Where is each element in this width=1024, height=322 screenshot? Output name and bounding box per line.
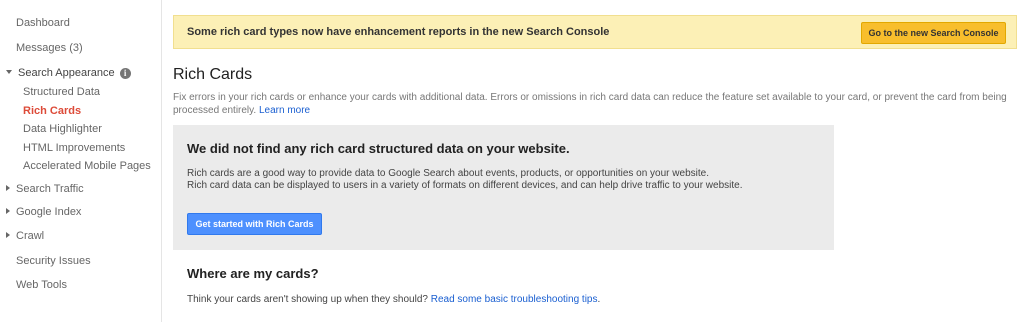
caret-right-icon — [6, 232, 10, 238]
sidebar-item-crawl[interactable]: Crawl — [6, 230, 44, 242]
page-title: Rich Cards — [173, 66, 253, 83]
new-console-banner: Some rich card types now have enhancemen… — [173, 15, 1017, 49]
sidebar-item-web-tools[interactable]: Web Tools — [16, 279, 67, 291]
panel-text: Rich cards are a good way to provide dat… — [187, 168, 747, 192]
where-cards-question: Think your cards aren't showing up when … — [187, 294, 428, 305]
period: . — [597, 294, 601, 305]
sidebar: Dashboard Messages (3) Search Appearance… — [0, 0, 162, 322]
caret-down-icon — [6, 70, 12, 74]
sidebar-item-label: Crawl — [16, 230, 45, 242]
sidebar-item-html-improvements[interactable]: HTML Improvements — [23, 142, 125, 154]
sidebar-item-data-highlighter[interactable]: Data Highlighter — [23, 123, 102, 135]
panel-title: We did not find any rich card structured… — [187, 141, 570, 156]
troubleshooting-link[interactable]: Read some basic troubleshooting tips — [431, 294, 598, 305]
sidebar-item-security-issues[interactable]: Security Issues — [16, 255, 91, 267]
banner-message: Some rich card types now have enhancemen… — [187, 26, 610, 38]
sidebar-item-rich-cards[interactable]: Rich Cards — [23, 105, 81, 117]
sidebar-item-google-index[interactable]: Google Index — [6, 206, 81, 218]
info-icon[interactable]: i — [119, 68, 131, 79]
sidebar-item-search-appearance[interactable]: Search Appearance i — [6, 67, 131, 79]
no-data-panel: We did not find any rich card structured… — [173, 125, 834, 250]
get-started-rich-cards-button[interactable]: Get started with Rich Cards — [187, 213, 322, 235]
where-cards-text: Think your cards aren't showing up when … — [187, 294, 600, 305]
page-description: Fix errors in your rich cards or enhance… — [173, 91, 1013, 117]
sidebar-item-structured-data[interactable]: Structured Data — [23, 86, 100, 98]
learn-more-link[interactable]: Learn more — [259, 105, 310, 116]
where-cards-heading: Where are my cards? — [187, 266, 319, 281]
caret-right-icon — [6, 185, 10, 191]
sidebar-item-messages[interactable]: Messages (3) — [16, 42, 83, 54]
sidebar-item-label: Search Appearance — [18, 67, 115, 79]
panel-text-line: Rich cards are a good way to provide dat… — [187, 168, 709, 179]
sidebar-item-search-traffic[interactable]: Search Traffic — [6, 183, 84, 195]
go-to-new-console-button[interactable]: Go to the new Search Console — [861, 22, 1006, 44]
panel-text-line: Rich card data can be displayed to users… — [187, 180, 743, 191]
sidebar-item-label: Search Traffic — [16, 183, 84, 195]
sidebar-item-accelerated-mobile-pages[interactable]: Accelerated Mobile Pages — [23, 160, 151, 172]
caret-right-icon — [6, 208, 10, 214]
sidebar-item-dashboard[interactable]: Dashboard — [16, 17, 70, 29]
sidebar-item-label: Google Index — [16, 206, 82, 218]
